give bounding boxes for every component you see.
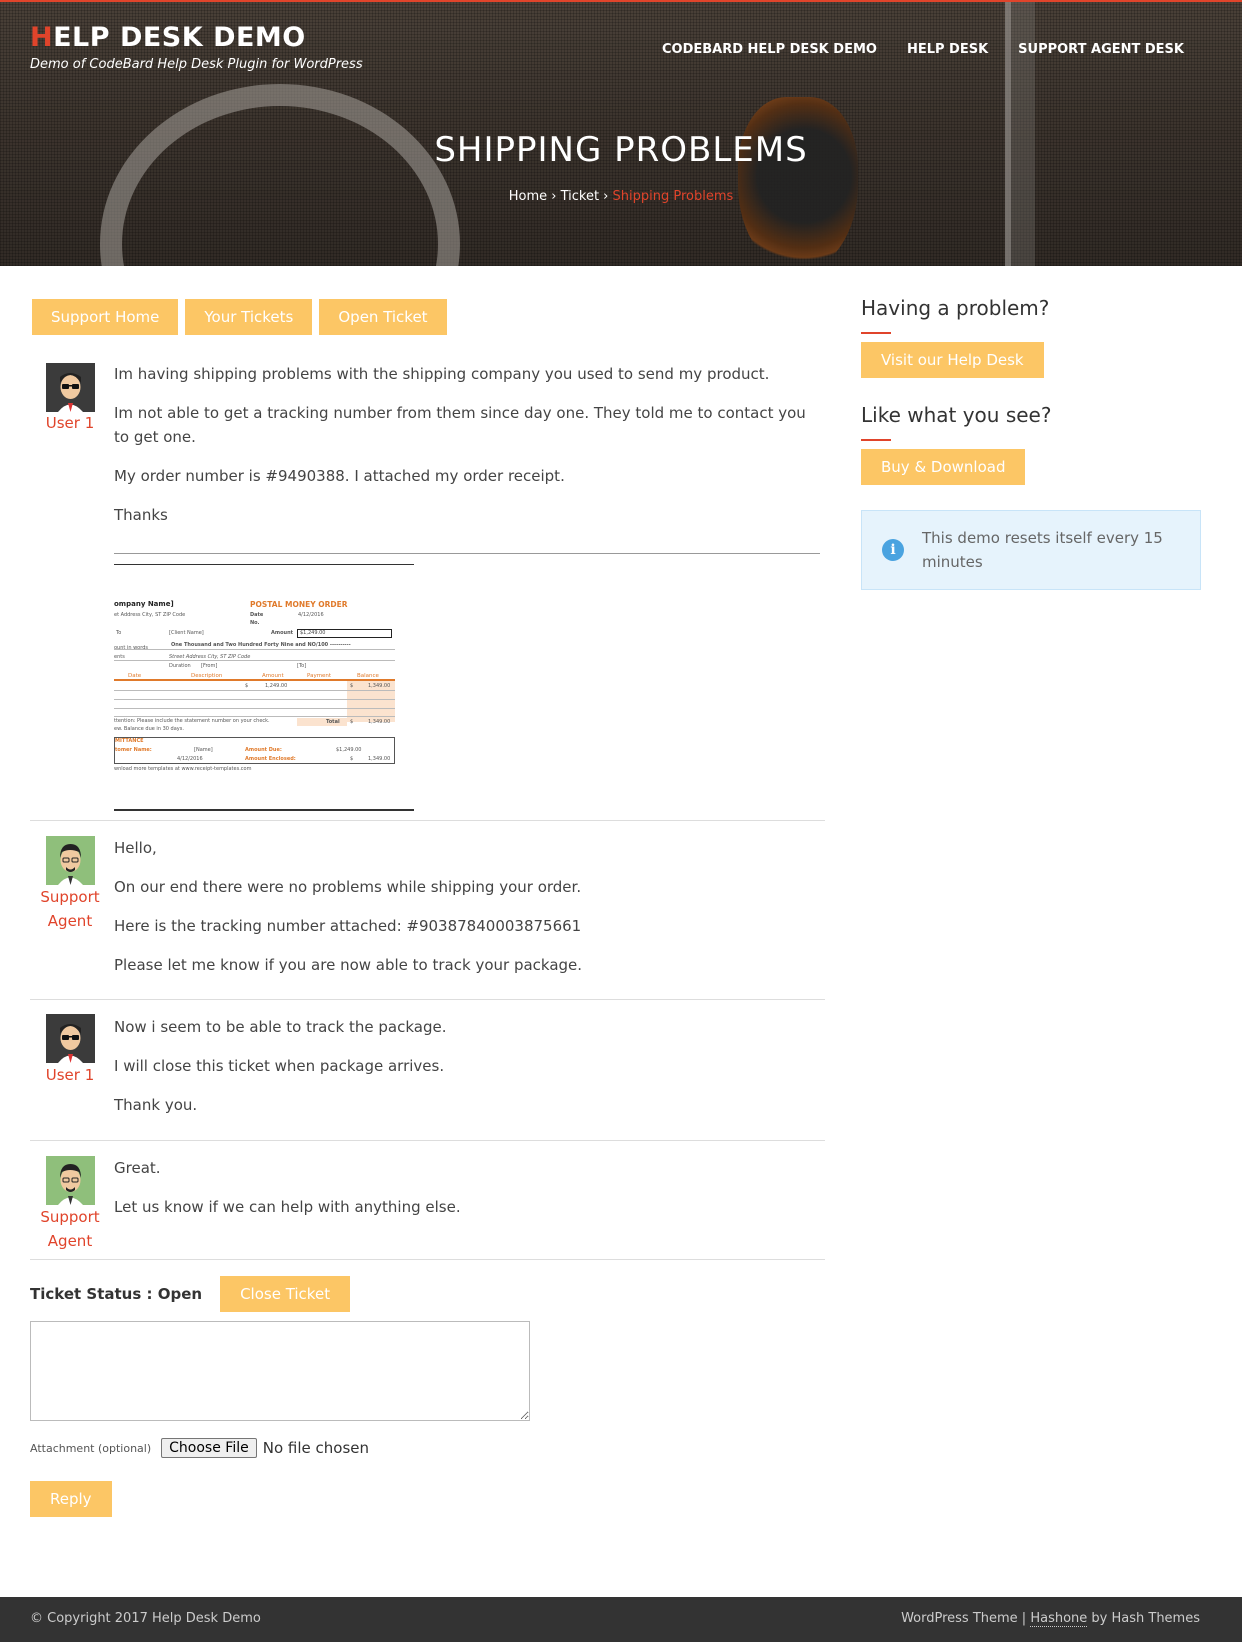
ticket-status-row: Ticket Status : Open Close Ticket bbox=[30, 1276, 351, 1312]
buy-download-button[interactable]: Buy & Download bbox=[861, 449, 1026, 485]
message-author: User 1 bbox=[45, 414, 95, 432]
breadcrumb: Home › Ticket › Shipping Problems bbox=[508, 189, 734, 204]
visit-help-desk-button[interactable]: Visit our Help Desk bbox=[861, 342, 1044, 378]
support-toolbar: Support Home Your Tickets Open Ticket bbox=[32, 299, 447, 335]
attachment-label: Attachment (optional) bbox=[30, 1441, 152, 1455]
ticket-message: Support Agent Hello, On our end there wer… bbox=[30, 821, 825, 1000]
message-body: Hello, On our end there were no problems… bbox=[114, 839, 583, 974]
message-body: Now i seem to be able to track the packa… bbox=[114, 1018, 447, 1114]
attachment-row: Attachment (optional) Choose File No fil… bbox=[30, 1438, 369, 1458]
your-tickets-button[interactable]: Your Tickets bbox=[185, 299, 313, 335]
notice-text: This demo resets itself every 15 minutes bbox=[922, 529, 1163, 571]
main-nav: CODEBARD HELP DESK DEMO HELP DESK SUPPOR… bbox=[662, 42, 1184, 57]
nav-item-support-agent-desk[interactable]: SUPPORT AGENT DESK bbox=[1018, 42, 1184, 57]
nav-item-help-desk[interactable]: HELP DESK bbox=[907, 42, 988, 57]
nav-item-codebard-help-desk-demo[interactable]: CODEBARD HELP DESK DEMO bbox=[662, 42, 877, 57]
site-footer: © Copyright 2017 Help Desk Demo WordPres… bbox=[0, 1597, 1242, 1642]
attachment-receipt-image[interactable]: ompany Name] POSTAL MONEY ORDER et Addre… bbox=[114, 594, 395, 772]
agent-avatar bbox=[46, 1156, 95, 1205]
sidebar-heading-like: Like what you see? bbox=[861, 403, 1052, 427]
breadcrumb-ticket[interactable]: Ticket bbox=[561, 189, 599, 204]
footer-copyright: © Copyright 2017 Help Desk Demo bbox=[30, 1611, 261, 1626]
ticket-message: Support Agent Great. Let us know if we ca… bbox=[30, 1141, 825, 1260]
message-body: Great. Let us know if we can help with a… bbox=[114, 1159, 461, 1216]
file-status: No file chosen bbox=[262, 1439, 369, 1457]
hashone-link[interactable]: Hashone bbox=[1030, 1611, 1088, 1627]
ticket-message: User 1 Now i seem to be able to track th… bbox=[30, 1000, 825, 1141]
choose-file-button[interactable]: Choose File bbox=[161, 1438, 257, 1458]
reply-textarea[interactable] bbox=[30, 1321, 530, 1421]
open-ticket-button[interactable]: Open Ticket bbox=[319, 299, 447, 335]
site-header: HELP DESK DEMO Demo of CodeBard Help Des… bbox=[0, 0, 1242, 266]
footer-credits: WordPress Theme | Hashone by Hash Themes bbox=[901, 1611, 1200, 1627]
sidebar-heading-problem: Having a problem? bbox=[861, 296, 1050, 320]
info-icon: i bbox=[882, 539, 904, 561]
message-author: User 1 bbox=[45, 1066, 95, 1084]
breadcrumb-current: Shipping Problems bbox=[612, 189, 734, 204]
message-author: Support Agent bbox=[40, 888, 100, 930]
support-home-button[interactable]: Support Home bbox=[32, 299, 179, 335]
demo-notice: i This demo resets itself every 15 minut… bbox=[861, 510, 1201, 590]
close-ticket-button[interactable]: Close Ticket bbox=[220, 1276, 351, 1312]
message-author: Support Agent bbox=[40, 1208, 100, 1250]
site-logo[interactable]: HELP DESK DEMO bbox=[30, 22, 306, 53]
breadcrumb-home[interactable]: Home bbox=[509, 189, 547, 204]
agent-avatar bbox=[46, 836, 95, 885]
message-body: Im having shipping problems with the shi… bbox=[114, 365, 806, 524]
reply-button[interactable]: Reply bbox=[30, 1481, 112, 1517]
ticket-status: Ticket Status : Open bbox=[30, 1285, 203, 1303]
user-avatar bbox=[46, 363, 95, 412]
site-tagline: Demo of CodeBard Help Desk Plugin for Wo… bbox=[30, 57, 363, 72]
user-avatar bbox=[46, 1014, 95, 1063]
page-title: SHIPPING PROBLEMS bbox=[434, 130, 808, 170]
receipt-table-header: Date Description Amount Payment Balance bbox=[114, 673, 395, 681]
